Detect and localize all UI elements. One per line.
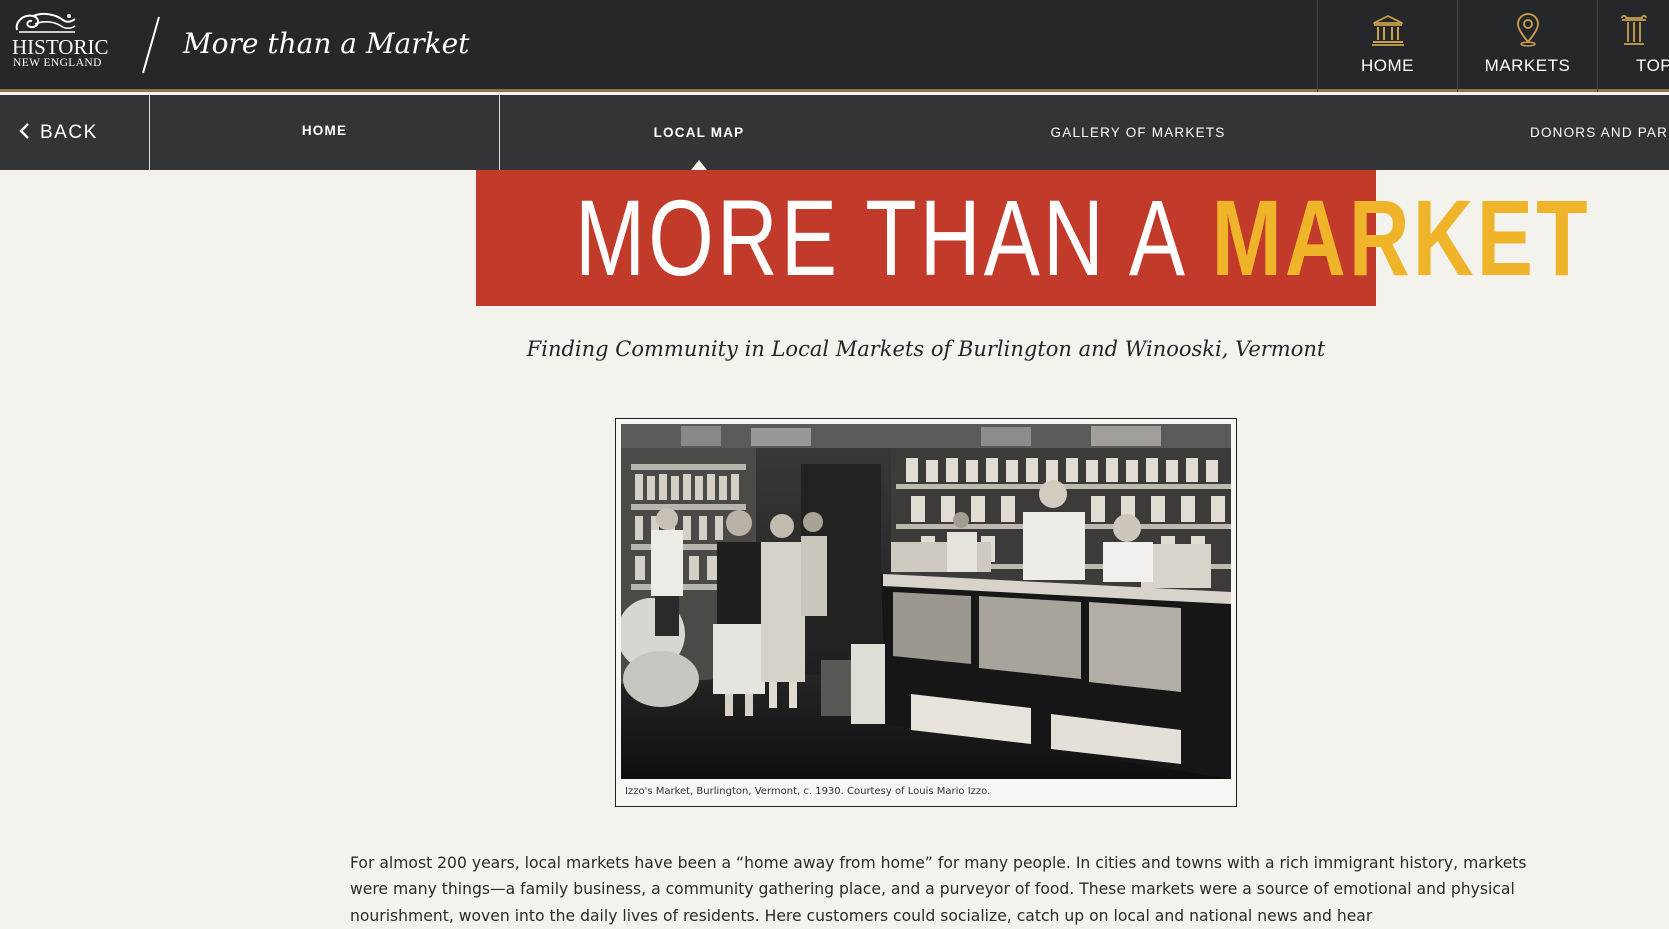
topnav-markets[interactable]: MARKETS [1457,0,1597,92]
logo-text-new-england: NEW ENGLAND [13,57,102,69]
banner-title-gold: MARKET [1211,177,1591,298]
photo-caption: Izzo's Market, Burlington, Vermont, c. 1… [625,786,991,797]
banner-title-white: MORE THAN A [575,177,1189,298]
intro-paragraph: For almost 200 years, local markets have… [350,853,1527,925]
subnav-item-gallery-of-markets[interactable]: GALLERY OF MARKETS [998,95,1278,170]
chevron-left-icon [19,123,29,139]
museum-icon [1371,15,1404,46]
column-icon [1621,14,1647,45]
subnav-item-donors-and-partners[interactable]: DONORS AND PAR [1530,95,1669,170]
topnav-top-label: TOP [1636,56,1669,75]
logo-swirl-icon [15,12,76,33]
store-interior-illustration [621,424,1231,779]
back-button-label: BACK [40,122,98,143]
site-title[interactable]: More than a Market [183,26,469,62]
site-header: HISTORIC NEW ENGLAND More than a Market … [0,0,1669,92]
topnav-home-label: HOME [1361,56,1414,75]
logo-text-historic: HISTORIC [12,35,109,59]
banner-title: MORE THAN A MARKET [575,170,1588,306]
historic-photo-figure: Izzo's Market, Burlington, Vermont, c. 1… [615,418,1237,807]
topnav-home[interactable]: HOME [1317,0,1457,92]
section-nav: BACK HOME LOCAL MAP GALLERY OF MARKETS D… [0,95,1669,170]
subnav-item-home[interactable]: HOME [150,95,499,170]
topnav-top[interactable]: TOP [1597,0,1669,92]
map-pin-icon [1516,13,1539,47]
title-divider-slash [142,16,160,74]
more-than-a-market-banner: MORE THAN A MARKET [476,170,1588,306]
page-subtitle: Finding Community in Local Markets of Bu… [526,337,1326,361]
izzos-market-photo[interactable] [621,424,1231,779]
subnav-item-local-map[interactable]: LOCAL MAP [500,95,898,170]
historic-new-england-logo[interactable]: HISTORIC NEW ENGLAND [12,10,120,74]
active-tab-indicator [691,160,707,170]
back-button[interactable]: BACK [0,95,149,170]
topnav-markets-label: MARKETS [1484,56,1571,75]
